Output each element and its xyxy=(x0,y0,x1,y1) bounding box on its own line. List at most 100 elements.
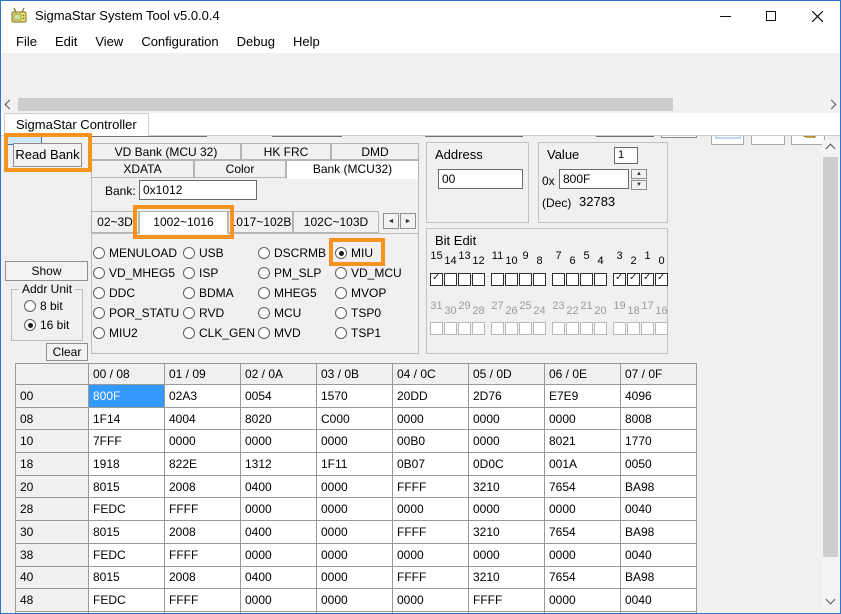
vertical-scrollbar-thumb[interactable] xyxy=(823,157,838,557)
horizontal-scrollbar-thumb[interactable] xyxy=(18,98,673,111)
value-hex-input[interactable]: 800F xyxy=(559,169,629,189)
cell-10-0[interactable]: 7FFF xyxy=(89,430,165,453)
row-header-10[interactable]: 10 xyxy=(16,430,89,453)
cell-48-4[interactable]: 0000 xyxy=(393,589,469,612)
cell-20-3[interactable]: 0000 xyxy=(317,475,393,498)
cell-00-1[interactable]: 02A3 xyxy=(165,385,241,408)
cell-48-6[interactable]: 0000 xyxy=(545,589,621,612)
cell-20-7[interactable]: BA98 xyxy=(621,475,697,498)
cell-08-7[interactable]: 8008 xyxy=(621,407,697,430)
col-header-05-0d[interactable]: 05 / 0D xyxy=(469,364,545,385)
cell-38-7[interactable]: 0040 xyxy=(621,543,697,566)
bit-checkbox-14[interactable] xyxy=(444,273,457,286)
cell-28-2[interactable]: 0000 xyxy=(241,498,317,521)
radio-tsp0[interactable]: TSP0 xyxy=(335,303,419,323)
range-scroll-right-button[interactable]: ► xyxy=(400,213,416,229)
cell-08-6[interactable]: 0000 xyxy=(545,407,621,430)
cell-28-4[interactable]: 0000 xyxy=(393,498,469,521)
maximize-button[interactable] xyxy=(748,1,794,31)
horizontal-scrollbar[interactable] xyxy=(1,96,840,113)
cell-38-5[interactable]: 0000 xyxy=(469,543,545,566)
cell-00-7[interactable]: 4096 xyxy=(621,385,697,408)
radio-vd-mheg5[interactable]: VD_MHEG5 xyxy=(93,263,183,283)
radio-mvop[interactable]: MVOP xyxy=(335,283,419,303)
cell-30-3[interactable]: 0000 xyxy=(317,521,393,544)
cell-30-0[interactable]: 8015 xyxy=(89,521,165,544)
cell-20-6[interactable]: 7654 xyxy=(545,475,621,498)
bit-checkbox-0[interactable] xyxy=(655,273,668,286)
clear-button[interactable]: Clear xyxy=(46,343,88,361)
cell-08-1[interactable]: 4004 xyxy=(165,407,241,430)
cell-18-7[interactable]: 0050 xyxy=(621,453,697,476)
range-tab-1017-102b[interactable]: 1017~102B xyxy=(228,211,293,233)
radio-menuload[interactable]: MENULOAD xyxy=(93,243,183,263)
radio-usb[interactable]: USB xyxy=(183,243,258,263)
cell-10-7[interactable]: 1770 xyxy=(621,430,697,453)
bank-tab-dmd[interactable]: DMD xyxy=(331,143,419,160)
scroll-up-arrow[interactable] xyxy=(822,140,839,157)
cell-20-1[interactable]: 2008 xyxy=(165,475,241,498)
cell-18-5[interactable]: 0D0C xyxy=(469,453,545,476)
range-tab-1002-1016[interactable]: 1002~1016 xyxy=(139,211,228,234)
scroll-right-arrow[interactable] xyxy=(823,96,840,113)
cell-40-6[interactable]: 7654 xyxy=(545,566,621,589)
cell-40-7[interactable]: BA98 xyxy=(621,566,697,589)
row-header-38[interactable]: 38 xyxy=(16,543,89,566)
row-header-00[interactable]: 00 xyxy=(16,385,89,408)
cell-30-7[interactable]: BA98 xyxy=(621,521,697,544)
value-spin-up-button[interactable]: ▲ xyxy=(631,169,647,179)
scroll-down-arrow[interactable] xyxy=(822,591,839,608)
cell-18-1[interactable]: 822E xyxy=(165,453,241,476)
bit-checkbox-9[interactable] xyxy=(519,273,532,286)
bit-checkbox-13[interactable] xyxy=(458,273,471,286)
cell-10-2[interactable]: 0000 xyxy=(241,430,317,453)
col-header-02-0a[interactable]: 02 / 0A xyxy=(241,364,317,385)
radio-vd-mcu[interactable]: VD_MCU xyxy=(335,263,419,283)
read-bank-button[interactable]: Read Bank xyxy=(13,143,82,167)
cell-28-6[interactable]: 0000 xyxy=(545,498,621,521)
radio-por-statu[interactable]: POR_STATU xyxy=(93,303,183,323)
cell-00-3[interactable]: 1570 xyxy=(317,385,393,408)
cell-28-5[interactable]: 0000 xyxy=(469,498,545,521)
row-header-08[interactable]: 08 xyxy=(16,407,89,430)
bank-input[interactable]: 0x1012 xyxy=(139,180,257,200)
cell-38-4[interactable]: 0000 xyxy=(393,543,469,566)
cell-00-0[interactable]: 800F xyxy=(89,385,165,408)
cell-20-5[interactable]: 3210 xyxy=(469,475,545,498)
radio-rvd[interactable]: RVD xyxy=(183,303,258,323)
scroll-left-arrow[interactable] xyxy=(1,96,18,113)
bank-tab-color[interactable]: Color xyxy=(194,160,286,178)
radio-8-bit[interactable]: 8 bit xyxy=(24,299,63,313)
col-header-corner[interactable] xyxy=(16,364,89,385)
cell-40-3[interactable]: 0000 xyxy=(317,566,393,589)
row-header-48[interactable]: 48 xyxy=(16,589,89,612)
range-tab-02-3d[interactable]: 02~3D xyxy=(91,211,139,233)
bit-checkbox-11[interactable] xyxy=(491,273,504,286)
col-header-07-0f[interactable]: 07 / 0F xyxy=(621,364,697,385)
radio-isp[interactable]: ISP xyxy=(183,263,258,283)
cell-20-4[interactable]: FFFF xyxy=(393,475,469,498)
cell-38-2[interactable]: 0000 xyxy=(241,543,317,566)
cell-30-5[interactable]: 3210 xyxy=(469,521,545,544)
range-scroll-left-button[interactable]: ◄ xyxy=(383,213,399,229)
menu-item-file[interactable]: File xyxy=(7,31,46,53)
radio-ddc[interactable]: DDC xyxy=(93,283,183,303)
radio-mheg5[interactable]: MHEG5 xyxy=(258,283,335,303)
cell-40-1[interactable]: 2008 xyxy=(165,566,241,589)
radio-bdma[interactable]: BDMA xyxy=(183,283,258,303)
cell-08-2[interactable]: 8020 xyxy=(241,407,317,430)
menu-item-debug[interactable]: Debug xyxy=(228,31,284,53)
cell-30-4[interactable]: FFFF xyxy=(393,521,469,544)
cell-08-4[interactable]: 0000 xyxy=(393,407,469,430)
vertical-scrollbar[interactable] xyxy=(822,140,839,608)
bit-checkbox-7[interactable] xyxy=(552,273,565,286)
cell-08-0[interactable]: 1F14 xyxy=(89,407,165,430)
cell-00-6[interactable]: E7E9 xyxy=(545,385,621,408)
col-header-03-0b[interactable]: 03 / 0B xyxy=(317,364,393,385)
cell-38-0[interactable]: FEDC xyxy=(89,543,165,566)
bit-checkbox-5[interactable] xyxy=(580,273,593,286)
radio-mvd[interactable]: MVD xyxy=(258,323,335,343)
bank-tab-xdata[interactable]: XDATA xyxy=(91,160,194,178)
cell-18-2[interactable]: 1312 xyxy=(241,453,317,476)
cell-40-4[interactable]: FFFF xyxy=(393,566,469,589)
